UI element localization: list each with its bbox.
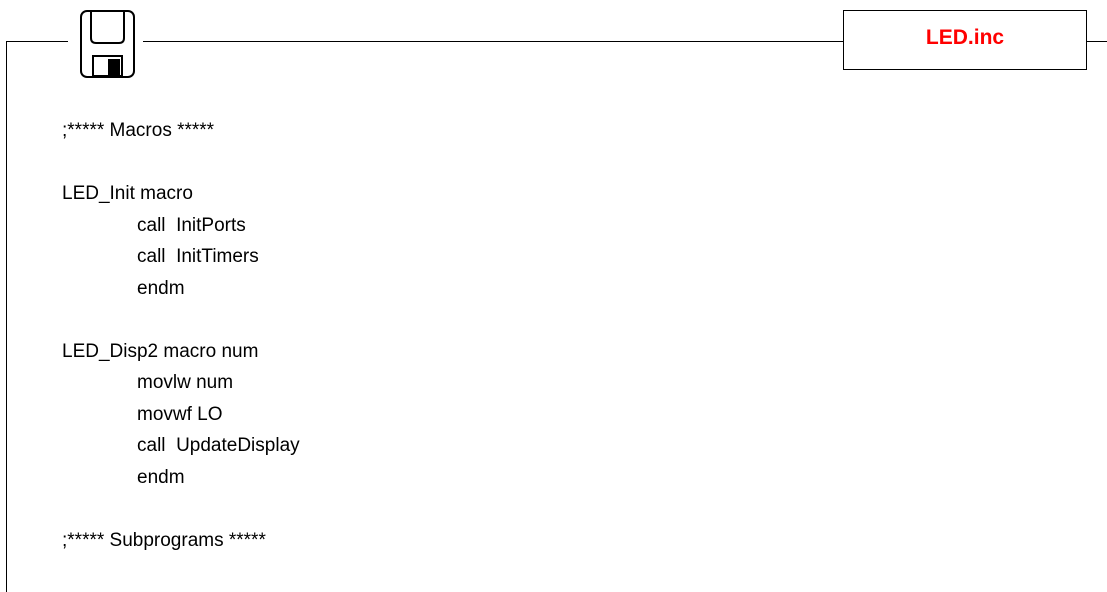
code-line: ;***** Subprograms ***** (62, 529, 266, 551)
code-line: movwf LO (137, 403, 223, 425)
code-line: call UpdateDisplay (137, 435, 300, 456)
code-line: call InitTimers (137, 246, 259, 267)
file-name-tab: LED.inc (843, 10, 1087, 70)
code-line: endm (137, 277, 185, 299)
floppy-disk-icon (80, 10, 135, 78)
frame-left-border (6, 41, 7, 592)
file-name-label: LED.inc (925, 26, 1005, 49)
code-line: ;***** Macros ***** (62, 120, 215, 141)
frame-top-border-middle (143, 41, 843, 42)
frame-top-border-left (6, 41, 68, 42)
code-line: movlw num (137, 372, 234, 393)
frame-top-border-right (1087, 41, 1107, 42)
code-listing: ;***** Macros ***** LED_Init macro call In… (62, 115, 300, 556)
code-line: endm (137, 466, 185, 488)
code-line: LED_Disp2 macro num (62, 340, 259, 362)
code-line: LED_Init macro (62, 183, 193, 204)
code-line: call InitPorts (137, 214, 246, 236)
